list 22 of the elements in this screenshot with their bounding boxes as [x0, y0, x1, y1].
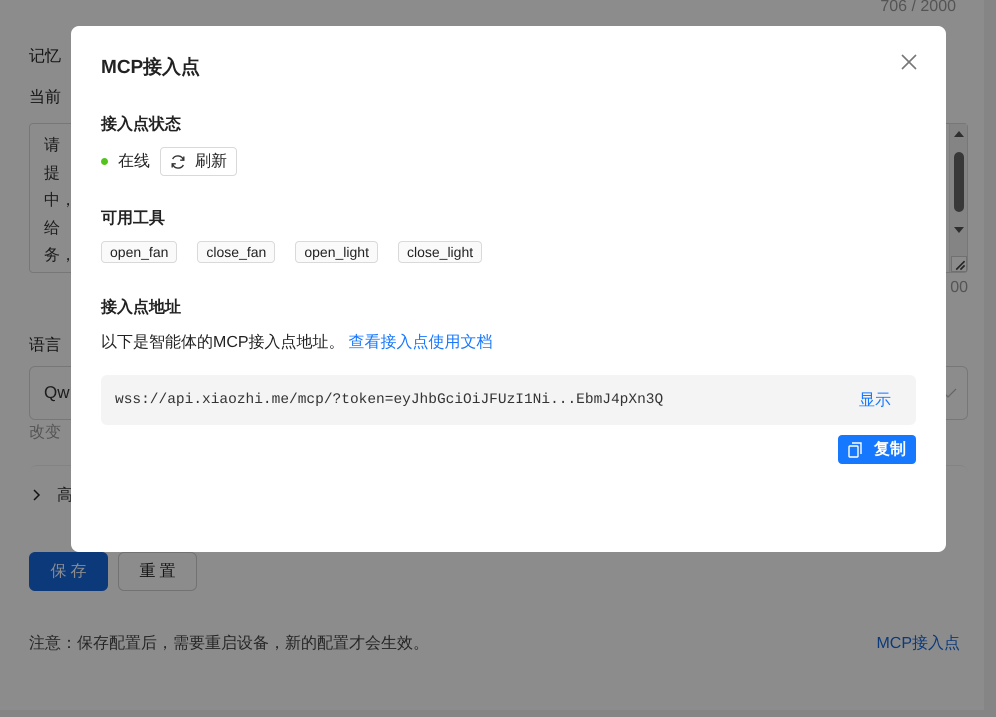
prompt-text-line: 给 [44, 218, 61, 238]
tool-tag: close_fan [197, 241, 276, 263]
field-label: 当前 [29, 88, 61, 108]
note-text: 注意：保存配置后，需要重启设备，新的配置才会生效。 [29, 634, 429, 654]
character-counter: 00 [950, 279, 968, 297]
field-label: 语言 [29, 336, 61, 356]
field-hint: 改变 [29, 422, 61, 443]
prompt-text-line: 提 [44, 164, 61, 184]
section-heading: 可用工具 [101, 209, 166, 229]
prompt-text-line: 请 [44, 136, 61, 156]
tool-tag: close_light [398, 241, 482, 263]
dialog-title: MCP接入点 [101, 56, 200, 80]
intro-text: 以下是智能体的MCP接入点地址。 [101, 332, 345, 353]
prompt-text-line: 中， [44, 190, 76, 211]
section-heading: 接入点地址 [101, 297, 182, 318]
tool-tag: open_light [295, 241, 378, 263]
section-heading: 接入点状态 [101, 114, 182, 135]
status-text: 在线 [118, 152, 150, 172]
field-label: 记忆 [29, 47, 61, 67]
prompt-text-line: 务， [44, 246, 76, 266]
tool-tag: open_fan [101, 241, 178, 263]
address-text: wss://api.xiaozhi.me/mcp/?token=eyJhbGciOiJFUzI1Ni...EbmJ4pXn3Q [115, 392, 664, 408]
